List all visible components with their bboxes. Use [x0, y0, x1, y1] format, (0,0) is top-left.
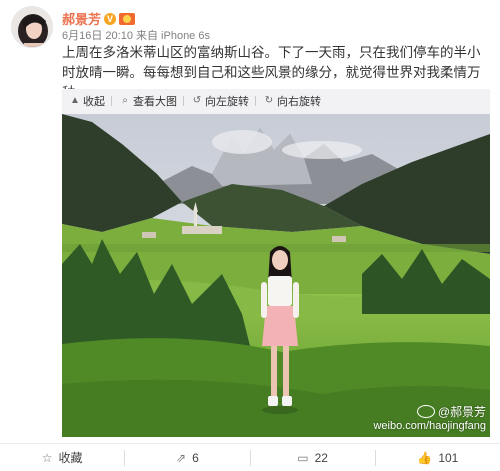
collapse-button[interactable]: ▲ 收起 — [70, 93, 105, 109]
photo-watermark: @郝景芳 weibo.com/haojingfang — [373, 403, 486, 432]
weibo-logo-icon — [416, 405, 435, 418]
rotate-right-button[interactable]: ↻ 向右旋转 — [264, 93, 321, 109]
chevron-up-icon: ▲ — [70, 95, 80, 106]
divider — [255, 95, 256, 106]
member-level-icon — [119, 12, 136, 25]
author-name[interactable]: 郝景芳 V — [62, 9, 136, 28]
divider — [111, 95, 112, 106]
author-name-text[interactable]: 郝景芳 — [62, 9, 101, 28]
collapse-label: 收起 — [83, 95, 105, 108]
favorite-label: 收藏 — [58, 451, 83, 465]
post-action-bar: ☆ 收藏 ⇗ 6 ▭ 22 👍 101 — [0, 443, 500, 471]
watermark-user: @郝景芳 — [437, 405, 486, 419]
repost-button[interactable]: ⇗ 6 — [124, 449, 249, 466]
avatar[interactable] — [11, 6, 53, 48]
view-large-label: 查看大图 — [133, 95, 177, 108]
favorite-button[interactable]: ☆ 收藏 — [0, 450, 124, 466]
rotate-left-label: 向左旋转 — [205, 95, 249, 108]
comment-icon: ▭ — [297, 450, 309, 465]
media-box: ▲ 收起 ⌕ 查看大图 ↺ 向左旋转 ↻ 向右旋转 @郝景芳 weibo.com… — [62, 89, 490, 437]
media-toolbar: ▲ 收起 ⌕ 查看大图 ↺ 向左旋转 ↻ 向右旋转 — [62, 89, 490, 112]
rotate-right-icon: ↻ — [264, 95, 274, 106]
watermark-url: weibo.com/haojingfang — [373, 420, 486, 432]
rotate-left-button[interactable]: ↺ 向左旋转 — [192, 93, 249, 109]
like-count: 101 — [438, 450, 459, 465]
comment-count: 22 — [314, 450, 328, 465]
view-large-button[interactable]: ⌕ 查看大图 — [120, 93, 177, 109]
rotate-left-icon: ↺ — [192, 95, 202, 106]
post-photo[interactable]: @郝景芳 weibo.com/haojingfang — [62, 114, 490, 437]
star-icon: ☆ — [41, 450, 53, 465]
verified-badge-icon: V — [104, 12, 117, 25]
thumbs-up-icon: 👍 — [417, 450, 433, 465]
magnifier-icon: ⌕ — [122, 95, 128, 106]
post-meta[interactable]: 6月16日 20:10 来自 iPhone 6s — [62, 27, 210, 43]
like-button[interactable]: 👍 101 — [374, 449, 500, 466]
divider — [183, 95, 184, 106]
repost-count: 6 — [192, 450, 199, 465]
repost-icon: ⇗ — [176, 450, 187, 465]
rotate-right-label: 向右旋转 — [277, 95, 321, 108]
comment-button[interactable]: ▭ 22 — [249, 449, 375, 466]
